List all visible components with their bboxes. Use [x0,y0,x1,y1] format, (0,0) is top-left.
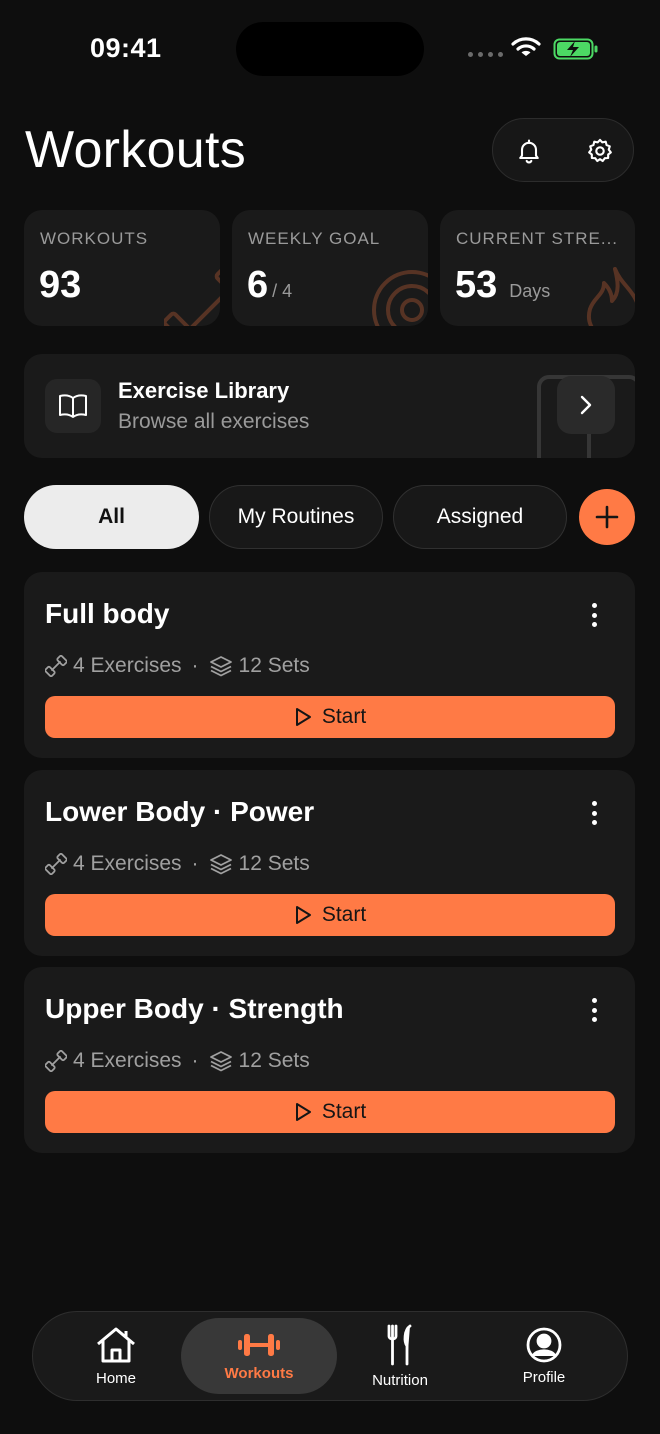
play-icon [295,708,311,726]
stat-card-weekly-goal: WEEKLY GOAL 6/ 4 [232,210,428,326]
tab-workouts[interactable]: Workouts [181,1318,337,1394]
play-icon [295,1103,311,1121]
workout-meta: 4 Exercises · 12 Sets [45,852,310,876]
stat-label: WEEKLY GOAL [248,229,381,248]
page-title: Workouts [25,121,247,179]
library-subtitle: Browse all exercises [118,410,310,433]
workout-title: Upper Body · Strength [45,993,344,1024]
library-icon-box [45,379,101,433]
stat-value: 53 Days [455,264,551,306]
stat-card-workouts: WORKOUTS 93 [24,210,220,326]
stat-value: 93 [39,264,82,306]
filter-all[interactable]: All [24,485,199,549]
more-options-button[interactable] [582,798,606,828]
filter-assigned[interactable]: Assigned [393,485,567,549]
library-open-button[interactable] [557,376,615,434]
layers-icon [209,1051,232,1072]
dumbbell-icon [45,853,67,875]
play-icon [295,906,311,924]
more-options-button[interactable] [582,995,606,1025]
dumbbell-icon [164,265,220,326]
book-icon [59,394,87,418]
dynamic-island [236,22,424,76]
stat-label: WORKOUTS [40,229,149,248]
plus-icon [595,505,619,529]
wifi-icon [511,37,541,56]
start-workout-button[interactable]: Start [45,1091,615,1133]
chevron-right-icon [580,395,592,415]
flame-icon [587,267,635,326]
home-icon [97,1327,135,1362]
more-options-button[interactable] [582,600,606,630]
filter-my-routines[interactable]: My Routines [209,485,383,549]
stat-card-current-streak: CURRENT STRE... 53 Days [440,210,635,326]
bottom-tab-bar: Home Workouts Nutrition Profile [32,1311,628,1401]
layers-icon [209,854,232,875]
settings-button[interactable] [564,119,635,183]
cellular-signal-icon [468,52,503,57]
start-workout-button[interactable]: Start [45,894,615,936]
workout-card: Lower Body · Power 4 Exercises · 12 Sets … [24,770,635,956]
exercise-library-card[interactable]: Exercise Library Browse all exercises [24,354,635,458]
workout-card: Full body 4 Exercises · 12 Sets Start [24,572,635,758]
dumbbell-icon [238,1333,280,1356]
tab-home[interactable]: Home [53,1312,179,1400]
gear-icon [587,138,612,163]
dumbbell-icon [45,1050,67,1072]
battery-charging-icon [553,38,598,60]
target-icon [372,270,428,326]
dumbbell-icon [45,655,67,677]
workout-meta: 4 Exercises · 12 Sets [45,1049,310,1073]
tab-profile[interactable]: Profile [481,1312,607,1400]
status-time: 09:41 [90,33,162,63]
add-workout-button[interactable] [579,489,635,545]
profile-icon [526,1327,562,1362]
layers-icon [209,656,232,677]
start-workout-button[interactable]: Start [45,696,615,738]
library-title: Exercise Library [118,378,290,403]
header-actions [492,118,634,182]
fork-knife-icon [387,1324,412,1365]
bell-icon [518,139,539,164]
notifications-button[interactable] [493,119,564,183]
workout-title: Lower Body · Power [45,796,315,827]
stat-value: 6/ 4 [247,264,293,306]
workout-title: Full body [45,598,170,629]
tab-nutrition[interactable]: Nutrition [337,1312,463,1400]
workout-card: Upper Body · Strength 4 Exercises · 12 Se… [24,967,635,1153]
stat-label: CURRENT STRE... [456,229,619,248]
workout-meta: 4 Exercises · 12 Sets [45,654,310,678]
